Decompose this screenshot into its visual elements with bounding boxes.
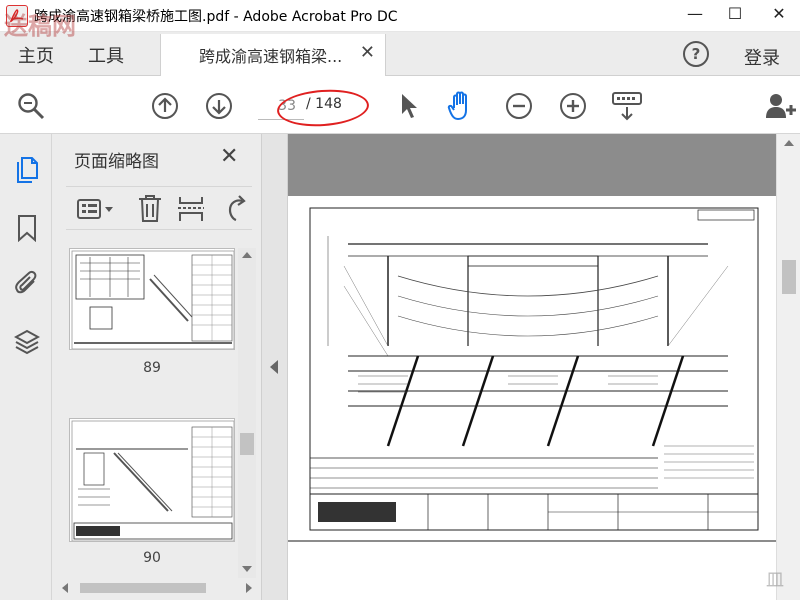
add-user-icon[interactable] [764,90,798,122]
document-tab-close-icon[interactable]: ✕ [360,42,375,63]
help-icon[interactable]: ? [683,41,709,67]
arrow-up-icon[interactable] [151,92,179,120]
thumbnail-panel: 页面缩略图 ✕ 89 90 [52,134,262,600]
menu-bar: 主页 工具 ? 登录 [0,32,800,76]
thumbnail-page-number: 89 [143,360,161,376]
select-cursor-icon[interactable] [398,92,420,120]
document-tab-label: 跨成渝高速钢箱梁... [199,47,343,66]
page-thumbnails-icon[interactable] [14,156,40,184]
zoom-out-icon[interactable] [505,92,533,120]
thumbnail-page-number: 90 [143,550,161,566]
delete-page-icon[interactable] [136,193,164,223]
home-tab[interactable]: 主页 [18,42,54,68]
scroll-left-arrow-icon[interactable] [62,583,68,593]
document-tab[interactable]: 跨成渝高速钢箱梁... ✕ [160,34,386,76]
document-view[interactable] [288,134,776,600]
zoom-in-icon[interactable] [559,92,587,120]
thumbnail-panel-title: 页面缩略图 [74,152,159,172]
left-nav-rail [0,134,52,600]
maximize-button[interactable]: ☐ [714,0,756,32]
watermark-right: 皿 [766,570,784,591]
thumbnail-panel-close-icon[interactable]: ✕ [220,144,238,169]
scroll-right-arrow-icon[interactable] [246,583,252,593]
collapse-arrow-icon[interactable] [270,360,278,374]
arrow-down-icon[interactable] [205,92,233,120]
thumbnail-list: 89 90 [52,248,262,578]
close-window-button[interactable]: ✕ [758,0,800,32]
pdf-next-page [288,542,776,600]
scroll-up-arrow-icon[interactable] [784,140,794,146]
minimize-button[interactable]: — [674,0,716,32]
layers-icon[interactable] [13,328,41,356]
hand-tool-icon[interactable] [447,90,477,122]
scroll-up-arrow-icon[interactable] [242,252,252,258]
login-button[interactable]: 登录 [744,44,780,70]
watermark-left: 送稿网 [4,12,76,40]
rotate-page-icon[interactable] [224,193,252,223]
attachment-icon[interactable] [14,270,40,298]
document-scrollbar-thumb[interactable] [782,260,796,294]
pdf-page [288,196,776,540]
page-thumbnail[interactable] [69,418,235,542]
bookmark-icon[interactable] [14,214,40,243]
search-zoom-icon[interactable] [16,91,46,121]
thumbnail-toolbar [66,186,252,230]
thumbnail-scrollbar[interactable] [238,248,256,578]
title-bar: 跨成渝高速钢箱梁桥施工图.pdf - Adobe Acrobat Pro DC … [0,0,800,32]
document-scrollbar[interactable] [776,134,800,600]
thumbnail-horizontal-scrollbar[interactable] [60,580,256,596]
thumbnail-options-icon[interactable] [76,197,116,221]
keyboard-scroll-icon[interactable] [611,90,643,122]
scroll-down-arrow-icon[interactable] [242,566,252,572]
page-thumbnail[interactable] [69,248,235,350]
tools-tab[interactable]: 工具 [88,42,124,68]
panel-collapse-handle[interactable] [262,134,288,600]
thumbnail-scrollbar-thumb[interactable] [240,433,254,455]
insert-page-icon[interactable] [176,193,206,223]
horizontal-scrollbar-thumb[interactable] [80,583,206,593]
window-title: 跨成渝高速钢箱梁桥施工图.pdf - Adobe Acrobat Pro DC [34,9,398,25]
